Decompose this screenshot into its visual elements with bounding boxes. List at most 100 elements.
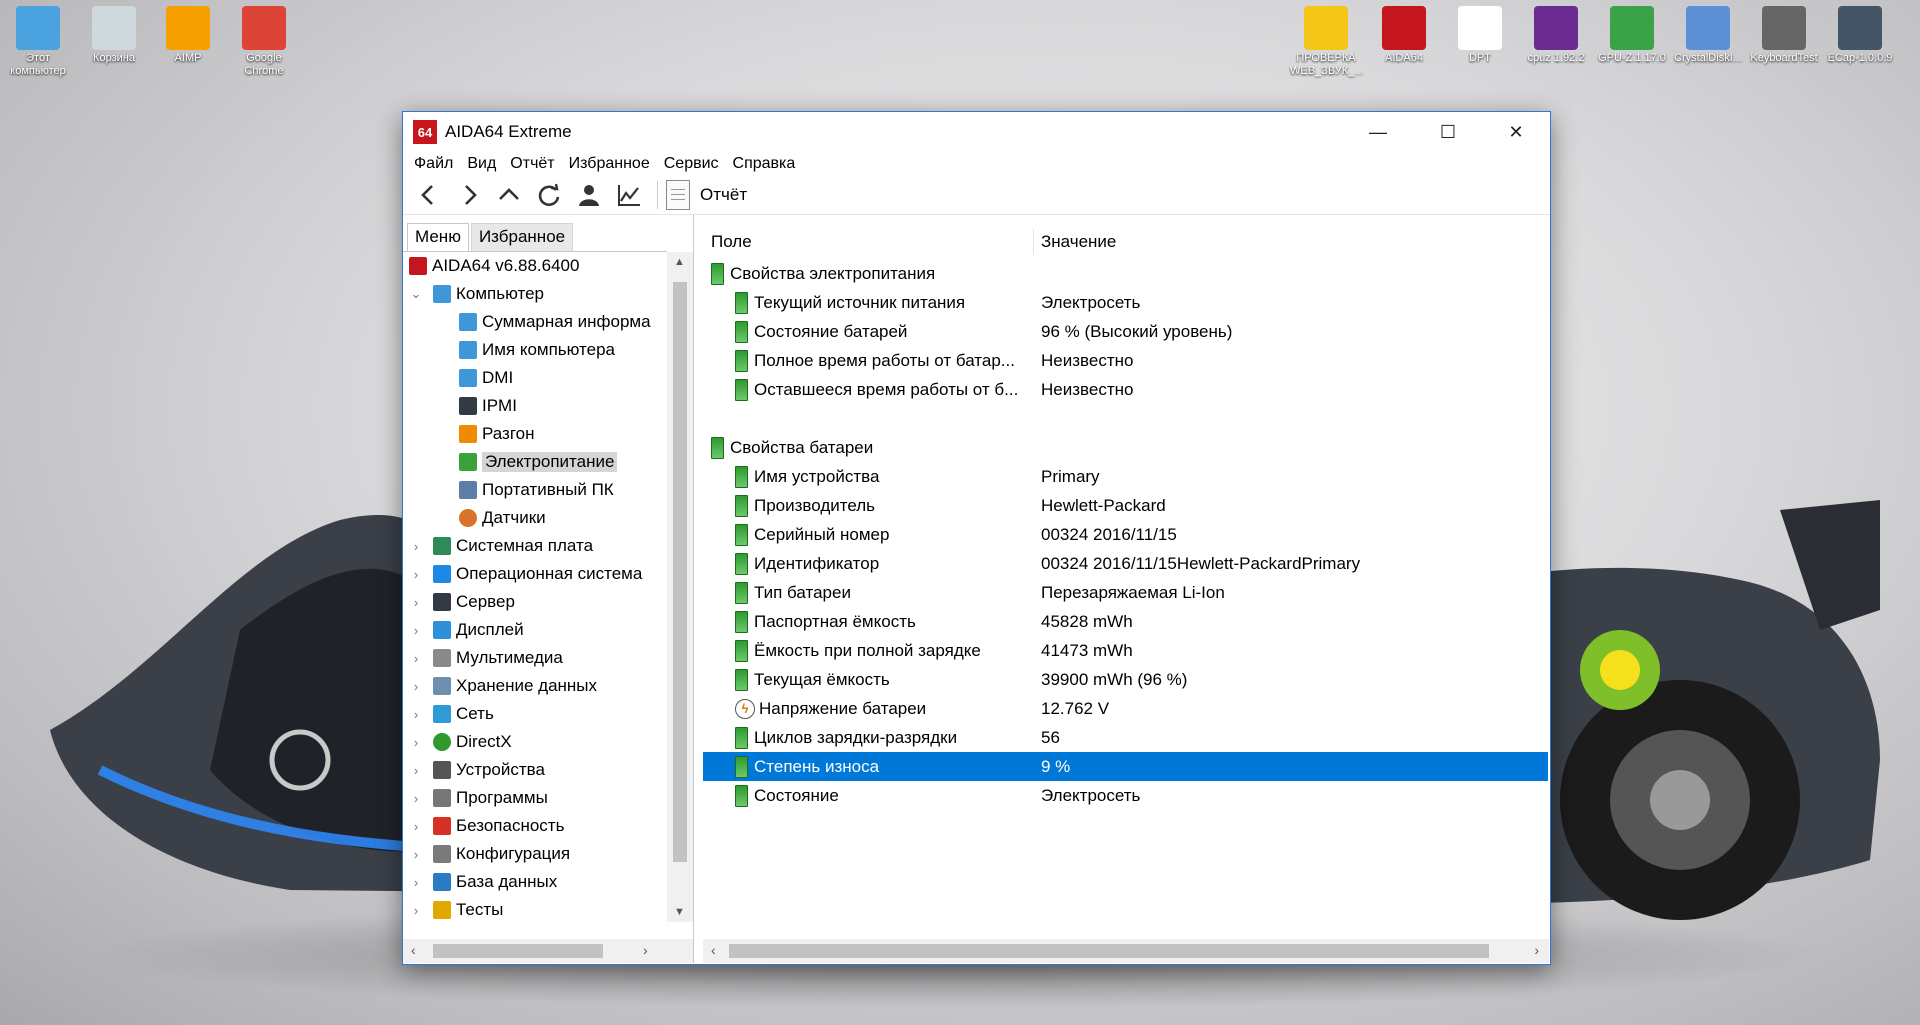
tree-vertical-scrollbar[interactable]: ▲ ▼	[667, 252, 693, 922]
tree-item[interactable]: Имя компьютера	[459, 336, 615, 364]
column-field-header[interactable]: Поле	[711, 232, 752, 252]
tree-item[interactable]: › Сеть	[414, 700, 494, 728]
table-row[interactable]: Текущий источник питания Электросеть	[703, 288, 1548, 317]
table-row[interactable]: Серийный номер 00324 2016/11/15	[703, 520, 1548, 549]
title-bar[interactable]: 64 AIDA64 Extreme — ☐ ✕	[403, 112, 1550, 152]
tab-menu[interactable]: Меню	[407, 223, 469, 251]
expand-arrow-icon[interactable]: ›	[409, 735, 423, 750]
expand-arrow-icon[interactable]: ›	[409, 567, 423, 582]
expand-arrow-icon[interactable]: ›	[409, 791, 423, 806]
menu-favorites[interactable]: Избранное	[569, 155, 650, 173]
desktop-shortcut[interactable]: Этот компьютер	[2, 0, 74, 78]
desktop-shortcut[interactable]: DPT	[1444, 0, 1516, 65]
tree-item[interactable]: IPMI	[459, 392, 517, 420]
desktop-shortcut[interactable]: KeyboardTest	[1748, 0, 1820, 65]
table-row[interactable]: ϟ Напряжение батареи 12.762 V	[703, 694, 1548, 723]
desktop-shortcut[interactable]: GPU-Z.1.17.0	[1596, 0, 1668, 65]
table-row[interactable]: Паспортная ёмкость 45828 mWh	[703, 607, 1548, 636]
group-header-row[interactable]: Свойства электропитания	[703, 259, 1548, 288]
expand-arrow-icon[interactable]: ›	[409, 623, 423, 638]
menu-view[interactable]: Вид	[467, 155, 496, 173]
tree-item[interactable]: Датчики	[459, 504, 546, 532]
tree-item[interactable]: › Устройства	[414, 756, 545, 784]
table-row[interactable]: Полное время работы от батар... Неизвестн…	[703, 346, 1548, 375]
table-row[interactable]: Циклов зарядки-разрядки 56	[703, 723, 1548, 752]
tree-item[interactable]: Электропитание	[459, 448, 618, 476]
table-row[interactable]: Тип батареи Перезаряжаемая Li-Ion	[703, 578, 1548, 607]
tree-item[interactable]: › Системная плата	[414, 532, 593, 560]
menu-help[interactable]: Справка	[733, 155, 796, 173]
menu-report[interactable]: Отчёт	[510, 155, 554, 173]
group-header-row[interactable]: Свойства батареи	[703, 433, 1548, 462]
expand-arrow-icon[interactable]: ›	[409, 707, 423, 722]
tree-item[interactable]: › База данных	[414, 868, 557, 896]
expand-arrow-icon[interactable]: ›	[409, 875, 423, 890]
tree-item[interactable]: Суммарная информа	[459, 308, 651, 336]
tree-hscroll-thumb[interactable]	[433, 944, 603, 958]
expand-arrow-icon[interactable]: ›	[409, 539, 423, 554]
details-horizontal-scrollbar[interactable]: ‹ ›	[703, 939, 1549, 963]
tree-item[interactable]: ⌄ Компьютер	[411, 280, 544, 308]
expand-arrow-icon[interactable]: ›	[409, 679, 423, 694]
table-row[interactable]: Производитель Hewlett-Packard	[703, 491, 1548, 520]
desktop-shortcut[interactable]: ПРОВЕРКА WEB_ЗВУК_...	[1290, 0, 1363, 78]
tree-item[interactable]: › Тесты	[414, 896, 503, 922]
desktop-shortcut[interactable]: Корзина	[78, 0, 150, 65]
tab-favorites[interactable]: Избранное	[470, 223, 574, 251]
scroll-left-icon[interactable]: ‹	[411, 942, 416, 958]
tree-item[interactable]: › DirectX	[414, 728, 512, 756]
desktop-shortcut[interactable]: AIDA64	[1368, 0, 1440, 65]
tree-item[interactable]: DMI	[459, 364, 513, 392]
scroll-right-icon[interactable]: ›	[643, 942, 648, 958]
tree-item[interactable]: AIDA64 v6.88.6400	[409, 252, 579, 280]
column-divider[interactable]	[1033, 229, 1034, 255]
column-value-header[interactable]: Значение	[1041, 232, 1116, 252]
menu-file[interactable]: Файл	[414, 155, 453, 173]
tree-horizontal-scrollbar[interactable]: ‹ ›	[403, 939, 693, 963]
tree-item[interactable]: › Сервер	[414, 588, 515, 616]
tree-item[interactable]: Разгон	[459, 420, 535, 448]
tree-scroll-thumb[interactable]	[673, 282, 687, 862]
back-button[interactable]	[409, 178, 449, 212]
expand-arrow-icon[interactable]: ›	[409, 903, 423, 918]
tree-item[interactable]: › Конфигурация	[414, 840, 570, 868]
tree-item[interactable]: › Мультимедиа	[414, 644, 563, 672]
scroll-up-icon[interactable]: ▲	[674, 256, 685, 268]
menu-service[interactable]: Сервис	[664, 155, 719, 173]
close-button[interactable]: ✕	[1481, 112, 1551, 152]
tree-item[interactable]: › Программы	[414, 784, 548, 812]
expand-arrow-icon[interactable]: ›	[409, 595, 423, 610]
expand-arrow-icon[interactable]: ›	[409, 819, 423, 834]
chart-button[interactable]	[609, 178, 649, 212]
table-row[interactable]: Степень износа 9 %	[703, 752, 1548, 781]
table-row[interactable]: Ёмкость при полной зарядке 41473 mWh	[703, 636, 1548, 665]
expand-arrow-icon[interactable]: ›	[409, 651, 423, 666]
refresh-button[interactable]	[529, 178, 569, 212]
tree-item[interactable]: › Хранение данных	[414, 672, 597, 700]
minimize-button[interactable]: —	[1343, 112, 1413, 152]
maximize-button[interactable]: ☐	[1413, 112, 1483, 152]
desktop-shortcut[interactable]: Google Chrome	[228, 0, 300, 78]
scroll-right-icon[interactable]: ›	[1534, 942, 1539, 958]
report-button-label[interactable]: Отчёт	[700, 185, 747, 205]
details-hscroll-thumb[interactable]	[729, 944, 1489, 958]
table-row[interactable]: Идентификатор 00324 2016/11/15Hewlett-Pac…	[703, 549, 1548, 578]
scroll-left-icon[interactable]: ‹	[711, 942, 716, 958]
scroll-down-icon[interactable]: ▼	[674, 906, 685, 918]
user-button[interactable]	[569, 178, 609, 212]
desktop-shortcut[interactable]: ECap-1.0.0.9	[1824, 0, 1896, 65]
desktop-shortcut[interactable]: AIMP	[152, 0, 224, 65]
table-row[interactable]: Имя устройства Primary	[703, 462, 1548, 491]
table-row[interactable]: Состояние Электросеть	[703, 781, 1548, 810]
expand-arrow-icon[interactable]: ›	[409, 763, 423, 778]
collapse-arrow-icon[interactable]: ⌄	[409, 286, 423, 302]
table-row[interactable]: Оставшееся время работы от б... Неизвестн…	[703, 375, 1548, 404]
table-row[interactable]: Текущая ёмкость 39900 mWh (96 %)	[703, 665, 1548, 694]
desktop-shortcut[interactable]: CrystalDiskI...	[1672, 0, 1744, 65]
report-icon[interactable]	[666, 180, 690, 210]
desktop-shortcut[interactable]: cpuz 1.92.2	[1520, 0, 1592, 65]
tree-item[interactable]: Портативный ПК	[459, 476, 614, 504]
expand-arrow-icon[interactable]: ›	[409, 847, 423, 862]
tree-item[interactable]: › Операционная система	[414, 560, 642, 588]
table-row[interactable]: Состояние батарей 96 % (Высокий уровень)	[703, 317, 1548, 346]
